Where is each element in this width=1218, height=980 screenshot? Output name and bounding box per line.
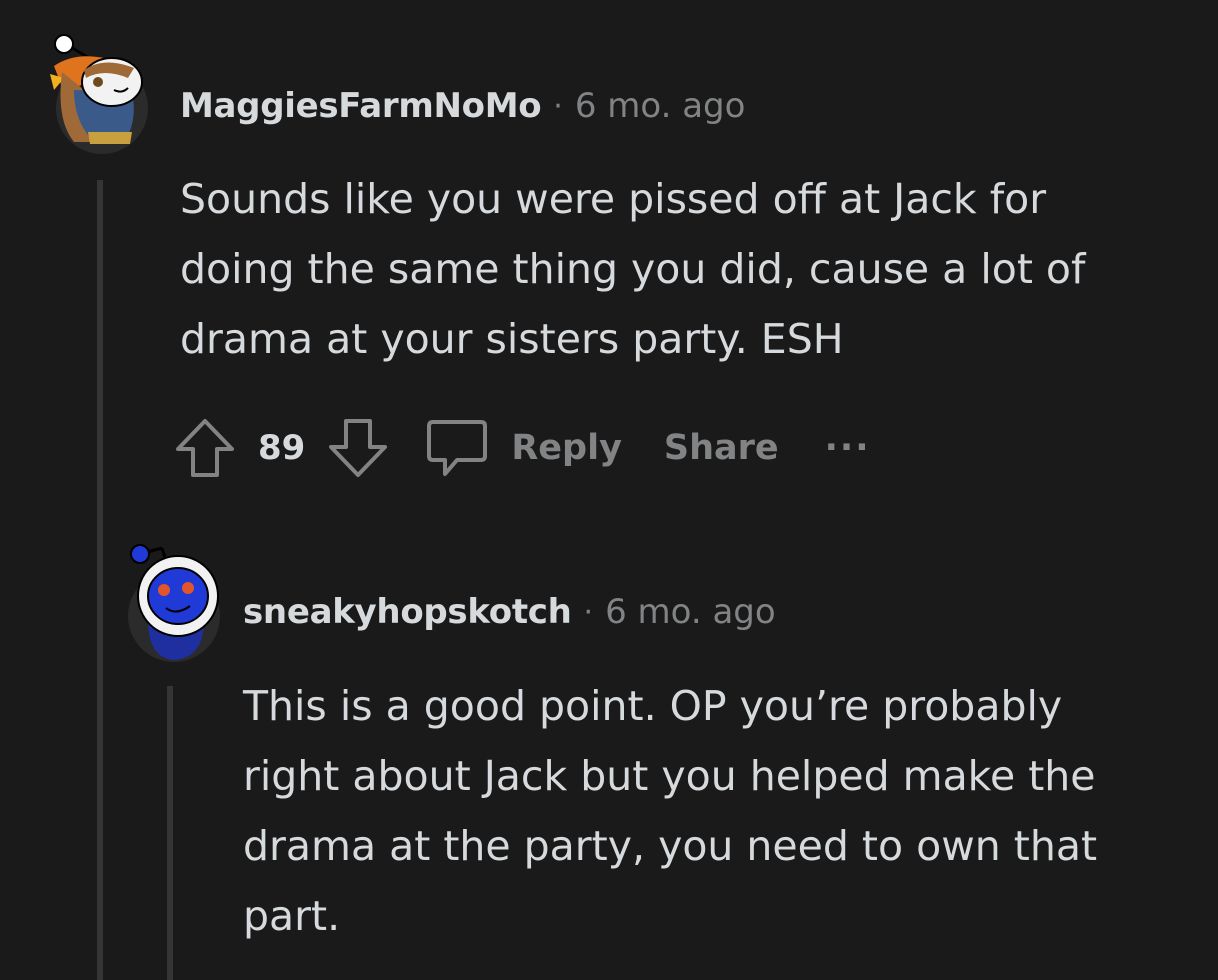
more-options-icon[interactable]: ···: [825, 428, 871, 468]
reddit-avatar-icon: [128, 544, 220, 662]
author-name[interactable]: MaggiesFarmNoMo: [180, 86, 542, 126]
downvote-icon[interactable]: [327, 417, 389, 479]
comment-1-actions: 89 Reply Share ···: [174, 416, 871, 480]
share-button[interactable]: Share: [664, 428, 779, 468]
author-name[interactable]: sneakyhopskotch: [243, 592, 572, 632]
timestamp[interactable]: 6 mo. ago: [575, 86, 746, 126]
thread-line-2[interactable]: [167, 686, 173, 980]
comment-1-body: Sounds like you were pissed off at Jack …: [180, 175, 1086, 363]
reddit-avatar-icon: [50, 34, 148, 154]
comment-2-meta: sneakyhopskotch · 6 mo. ago: [243, 592, 776, 632]
reply-button[interactable]: Reply: [511, 428, 622, 468]
thread-line-1[interactable]: [97, 180, 103, 980]
avatar-sneakyhopskotch[interactable]: [124, 538, 228, 662]
comment-bubble-icon[interactable]: [425, 416, 489, 480]
timestamp[interactable]: 6 mo. ago: [605, 592, 776, 632]
avatar-maggiesfarmnomo[interactable]: [44, 30, 154, 155]
upvote-icon[interactable]: [174, 417, 236, 479]
vote-count: 89: [258, 428, 306, 468]
meta-separator: ·: [583, 594, 594, 630]
meta-separator: ·: [553, 88, 563, 124]
comment-1-meta: MaggiesFarmNoMo · 6 mo. ago: [180, 86, 745, 126]
comment-2-body: This is a good point. OP you’re probably…: [243, 682, 1098, 940]
